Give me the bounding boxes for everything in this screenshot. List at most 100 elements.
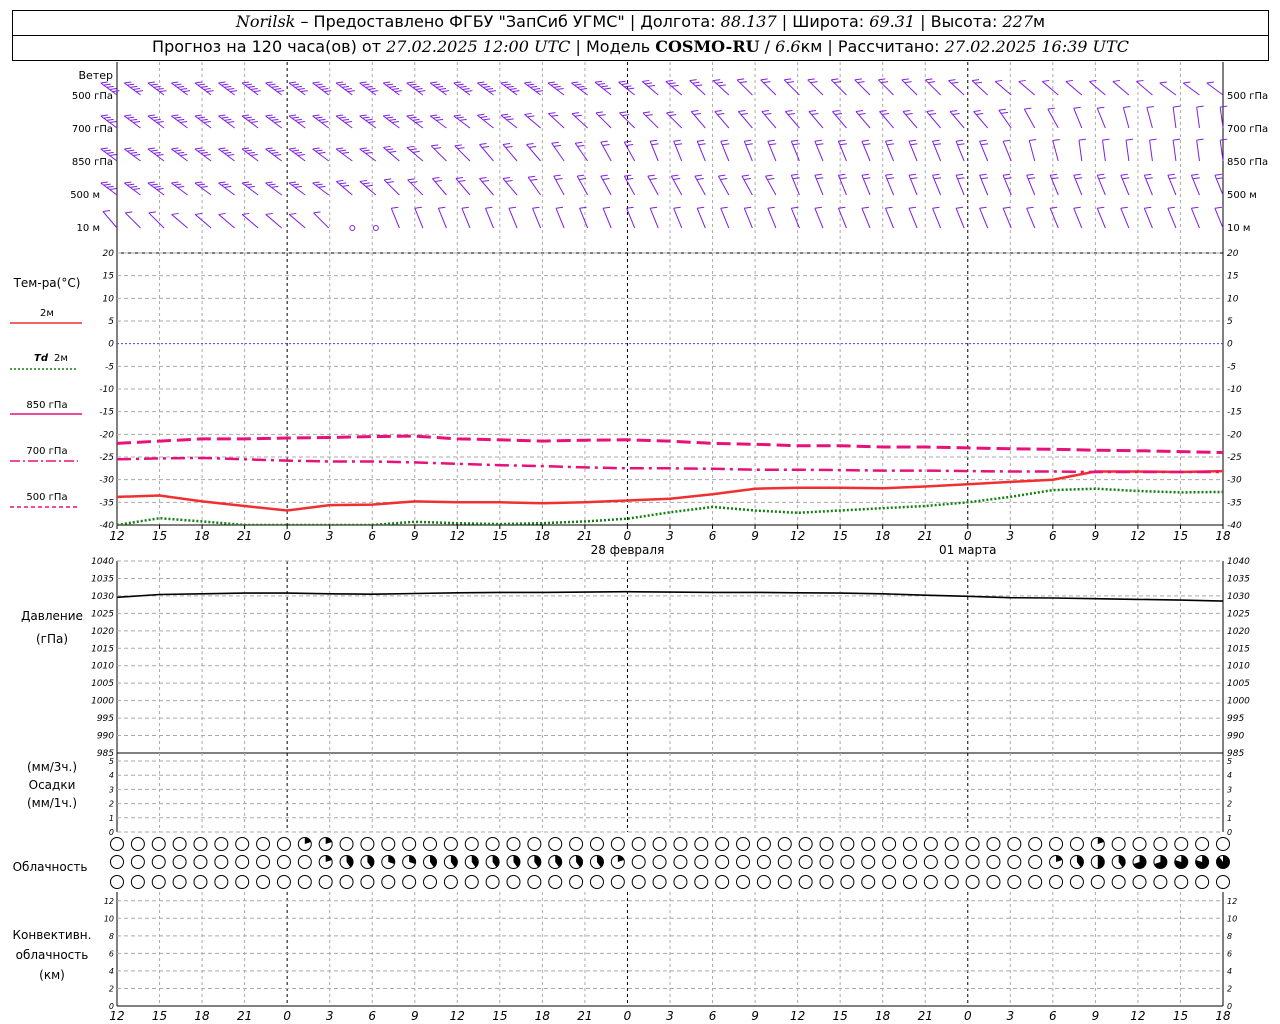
wind-barb-feather (415, 87, 423, 90)
wind-barb-feather (692, 81, 700, 84)
wind-barb-feather (265, 181, 273, 184)
prec-ytick-right: 2 (1227, 800, 1232, 809)
wind-barb-feather (673, 178, 681, 181)
wind-barb-feather (645, 82, 653, 85)
pres-ytick-right: 1035 (1227, 574, 1250, 584)
wind-barb-feather (1206, 81, 1214, 84)
wind-barb-feather (1098, 177, 1106, 180)
axis-labels: 20 2015 1510 105 50 0-5 -5-10 -10-15 -15-20 -20-2… (91, 249, 1280, 1023)
wind-barb-staff (1089, 81, 1106, 96)
wind-barb-feather (106, 151, 114, 154)
wind-barb-feather (1097, 206, 1105, 209)
wind-barb-feather (878, 78, 886, 81)
wind-barb-feather (274, 120, 282, 123)
wind-barb-feather (577, 144, 585, 147)
wind-barb-feather (886, 177, 894, 180)
wind-barb-staff (1041, 81, 1059, 96)
date-label: 01 марта (939, 543, 996, 557)
cloud-circle (193, 855, 208, 869)
wind-barb-feather (438, 206, 446, 209)
pres-ytick-right: 1025 (1227, 609, 1250, 619)
wind-barb-feather (1050, 206, 1058, 209)
cloud-circle (673, 875, 688, 889)
wind-barb-feather (341, 151, 350, 154)
cloud-circle (360, 837, 375, 851)
wind-barb-feather (112, 90, 120, 93)
conv-ytick-left: 12 (104, 897, 114, 906)
temp-ytick-right: 10 (1227, 294, 1239, 304)
cloud-circle (777, 875, 792, 889)
wind-barb-feather (553, 85, 561, 88)
cloud-circle (819, 875, 834, 889)
wind-barb-feather (551, 141, 559, 144)
prec-ytick-left: 1 (109, 814, 114, 823)
wind-barb-feather (388, 85, 397, 88)
wind-barb-feather (1216, 177, 1224, 180)
wind-barb-feather (433, 116, 441, 119)
wind-barb-feather (294, 151, 302, 154)
wind-barb-feather (651, 143, 659, 146)
cloud-circle (673, 855, 688, 869)
x-tick-label-bottom: 9 (1092, 1009, 1100, 1023)
wind-barb-staff (932, 208, 942, 229)
wind-barb-feather (124, 81, 132, 84)
legend-t2m-label: 2м (40, 308, 54, 319)
wind-barb-staff (955, 208, 965, 229)
cloud-circle (1069, 875, 1084, 889)
wind-barb-feather (485, 87, 494, 90)
wind-barb-feather (715, 81, 724, 84)
wind-barb-feather (271, 185, 279, 188)
wind-barb-feather (200, 118, 208, 121)
wind-barb-feather (180, 153, 188, 156)
wind-barb-feather (318, 151, 326, 154)
wind-calm-mark (349, 225, 356, 231)
wind-barb-feather (1191, 173, 1199, 176)
wind-barb-feather (550, 83, 558, 86)
conv-title-2: облачность (16, 948, 89, 962)
wind-barb-feather (406, 114, 414, 117)
wind-barb-feather (503, 116, 511, 119)
wind-level-850hpa-right: 850 гПа (1227, 157, 1268, 168)
x-tick-label: 6 (709, 529, 717, 543)
wind-barb-feather (368, 120, 376, 123)
wind-barb-feather (574, 114, 582, 117)
cloud-circle (1007, 855, 1022, 869)
wind-barb-feather (312, 181, 320, 184)
cloud-circle (193, 837, 208, 851)
temp-ytick-left: 0 (108, 340, 114, 350)
temp-ytick-right: -30 (1227, 476, 1242, 486)
wind-barb-feather (344, 87, 352, 90)
cloud-circle (840, 855, 855, 869)
wind-barb-feather (297, 153, 305, 156)
wind-barb-feather (713, 79, 721, 82)
wind-barb-feather (979, 206, 987, 209)
cloud-circle (110, 855, 124, 869)
wind-barb-feather (555, 178, 563, 181)
conv-ytick-right: 10 (1227, 914, 1237, 923)
wind-barb-staff (696, 208, 706, 229)
wind-barb-staff (908, 208, 918, 229)
wind-barb-feather (1097, 106, 1105, 109)
wind-barb-feather (509, 87, 517, 90)
wind-barb-feather (227, 153, 235, 156)
wind-barb-staff (1167, 208, 1177, 229)
wind-barb-feather (250, 87, 258, 90)
wind-barb-feather (174, 149, 182, 152)
wind-barb-feather (577, 174, 585, 177)
wind-level-500hpa: 500 гПа (72, 91, 113, 102)
wind-barb-feather (600, 85, 608, 88)
wind-barb-feather (453, 81, 461, 84)
wind-barb-feather (861, 173, 869, 176)
wind-barb-feather (150, 149, 158, 152)
pres-ytick-left: 1030 (91, 592, 114, 602)
wind-barb-feather (479, 143, 487, 145)
x-tick-label-bottom: 18 (535, 1009, 551, 1023)
wind-calm-mark (372, 225, 379, 231)
x-tick-label: 15 (1173, 529, 1188, 543)
legend-850-label: 850 гПа (26, 400, 67, 411)
cloud-circle (527, 837, 542, 851)
wind-barb-staff (602, 208, 612, 229)
wind-barb-feather (324, 90, 332, 93)
wind-barb-feather (863, 177, 871, 180)
wind-barb-feather (528, 145, 537, 148)
